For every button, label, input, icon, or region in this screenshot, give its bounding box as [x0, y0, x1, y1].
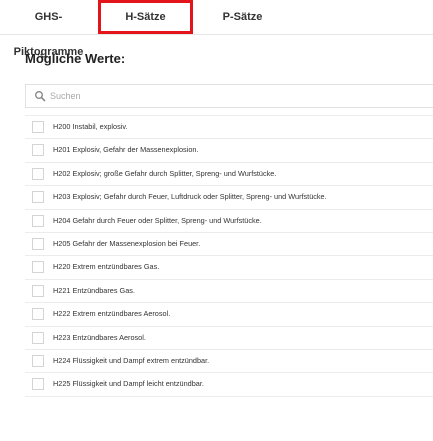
list-item-label: H205 Gefahr der Massenexplosion bei Feue… [53, 238, 201, 248]
section-title: Mögliche Werte: [25, 51, 126, 66]
checkbox[interactable] [32, 354, 44, 367]
checkbox[interactable] [32, 261, 44, 274]
checkbox[interactable] [32, 191, 44, 204]
value-list: H200 Instabil, explosiv. H201 Explosiv, G… [25, 115, 433, 397]
search-input[interactable] [50, 86, 430, 106]
checkbox[interactable] [32, 284, 44, 297]
search-box [25, 84, 433, 108]
list-item-label: H220 Extrem entzündbares Gas. [53, 262, 160, 272]
list-item[interactable]: H220 Extrem entzündbares Gas. [25, 256, 433, 280]
list-item-label: H203 Explosiv; Gefahr durch Feuer, Luftd… [53, 192, 327, 202]
list-item[interactable]: H225 Flüssigkeit und Dampf leicht entzün… [25, 373, 433, 397]
checkbox[interactable] [32, 214, 44, 227]
list-item[interactable]: H204 Gefahr durch Feuer oder Splitter, S… [25, 210, 433, 233]
list-item-label: H222 Extrem entzündbares Aerosol. [53, 309, 171, 319]
checkbox[interactable] [32, 308, 44, 321]
list-item[interactable]: H222 Extrem entzündbares Aerosol. [25, 303, 433, 327]
list-item[interactable]: H201 Explosiv, Gefahr der Massenexplosio… [25, 139, 433, 163]
tab-p-saetze[interactable]: P-Sätze [192, 0, 293, 34]
checkbox[interactable] [32, 378, 44, 391]
tab-h-saetze[interactable]: H-Sätze [98, 0, 193, 34]
list-item[interactable]: H221 Entzündbares Gas. [25, 280, 433, 304]
list-item-label: H221 Entzündbares Gas. [53, 285, 135, 295]
list-item-label: H224 Flüssigkeit und Dampf extrem entzün… [53, 355, 210, 365]
checkbox[interactable] [32, 237, 44, 250]
list-item-label: H200 Instabil, explosiv. [53, 122, 128, 131]
list-item-label: H225 Flüssigkeit und Dampf leicht entzün… [53, 379, 204, 389]
search-icon [35, 91, 46, 102]
list-item-label: H201 Explosiv, Gefahr der Massenexplosio… [53, 145, 199, 155]
list-item[interactable]: H202 Explosiv; große Gefahr durch Splitt… [25, 163, 433, 187]
list-item[interactable]: H203 Explosiv; Gefahr durch Feuer, Luftd… [25, 186, 433, 210]
tab-bar: GHS-Piktogramme H-Sätze P-Sätze [0, 0, 433, 58]
list-item[interactable]: H205 Gefahr der Massenexplosion bei Feue… [25, 233, 433, 257]
list-item-label: H223 Entzündbares Aerosol. [53, 332, 146, 342]
list-item-label: H202 Explosiv; große Gefahr durch Splitt… [53, 168, 277, 178]
list-item[interactable]: H223 Entzündbares Aerosol. [25, 327, 433, 350]
checkbox[interactable] [32, 331, 44, 344]
checkbox[interactable] [32, 144, 44, 157]
checkbox[interactable] [32, 167, 44, 180]
checkbox[interactable] [32, 121, 44, 133]
list-item-label: H204 Gefahr durch Feuer oder Splitter, S… [53, 215, 262, 225]
tab-ghs-piktogramme[interactable]: GHS-Piktogramme [0, 0, 97, 58]
list-item[interactable]: H224 Flüssigkeit und Dampf extrem entzün… [25, 350, 433, 374]
list-item[interactable]: H200 Instabil, explosiv. [25, 116, 433, 140]
